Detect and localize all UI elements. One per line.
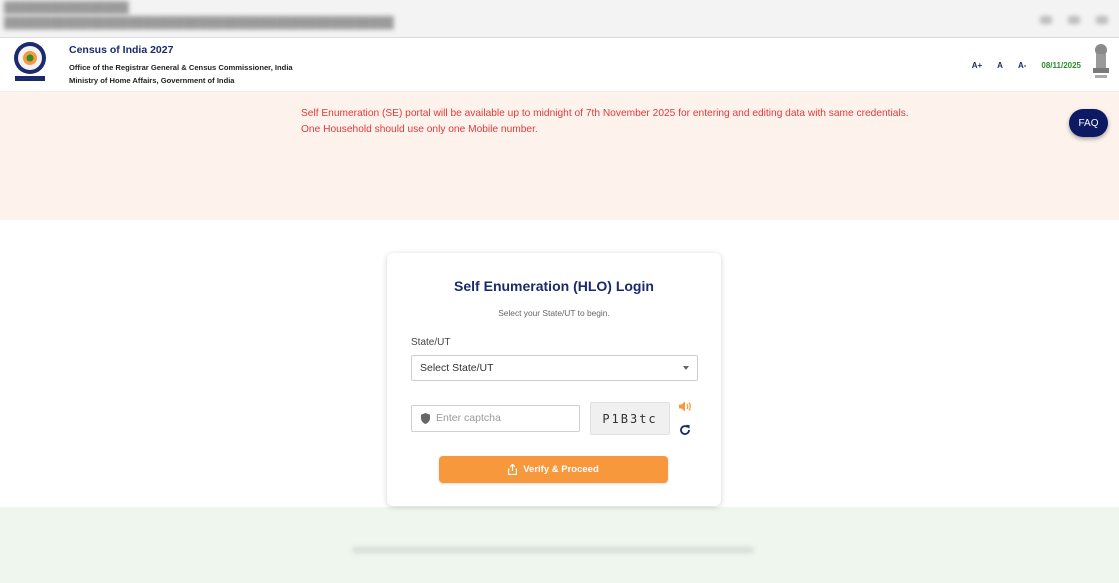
captcha-input[interactable]	[436, 408, 574, 428]
audio-icon[interactable]	[679, 401, 692, 412]
login-card: Self Enumeration (HLO) Login Select your…	[387, 253, 721, 506]
blurred-toolbar-icon	[1096, 16, 1108, 24]
notice-text: Self Enumeration (SE) portal will be ava…	[301, 106, 909, 138]
office-name: Office of the Registrar General & Census…	[69, 63, 293, 72]
census-logo-icon	[14, 42, 46, 81]
notice-line-1: Self Enumeration (SE) portal will be ava…	[301, 108, 909, 119]
national-emblem-icon	[1093, 44, 1109, 78]
state-label: State/UT	[411, 337, 451, 348]
blurred-toolbar-icon	[1040, 16, 1052, 24]
font-increase-button[interactable]: A+	[972, 61, 982, 70]
current-date: 08/11/2025	[1041, 60, 1081, 70]
blurred-tab-text: ████████████████	[4, 2, 129, 14]
verify-proceed-button[interactable]: Verify & Proceed	[439, 456, 668, 483]
notice-banner: Self Enumeration (SE) portal will be ava…	[0, 92, 1119, 220]
state-select-value: Select State/UT	[420, 362, 494, 374]
browser-toolbar: ████████████████ ███████████████████████…	[0, 0, 1119, 38]
share-icon	[508, 464, 518, 475]
blurred-footer-text	[352, 547, 754, 553]
notice-line-2: One Household should use only one Mobile…	[301, 124, 538, 135]
login-title: Self Enumeration (HLO) Login	[454, 278, 654, 294]
font-reset-button[interactable]: A	[997, 61, 1003, 70]
refresh-icon[interactable]	[679, 424, 691, 436]
chevron-down-icon	[683, 366, 689, 370]
site-header: Census of India 2027 Office of the Regis…	[0, 38, 1119, 92]
ministry-name: Ministry of Home Affairs, Government of …	[69, 76, 235, 85]
verify-proceed-label: Verify & Proceed	[523, 464, 599, 475]
header-titles: Census of India 2027 Office of the Regis…	[69, 44, 293, 87]
faq-button[interactable]: FAQ	[1069, 109, 1108, 137]
shield-icon	[421, 413, 430, 424]
footer-band	[0, 507, 1119, 583]
captcha-image: P1B3tc	[590, 402, 670, 435]
login-subtitle: Select your State/UT to begin.	[498, 308, 610, 318]
blurred-toolbar-icon	[1068, 16, 1080, 24]
state-select[interactable]: Select State/UT	[411, 355, 698, 381]
captcha-field[interactable]	[411, 405, 580, 432]
site-title: Census of India 2027	[69, 44, 174, 56]
blurred-url-text: ████████████████████████████████████████…	[4, 17, 394, 29]
font-decrease-button[interactable]: A-	[1018, 61, 1026, 70]
